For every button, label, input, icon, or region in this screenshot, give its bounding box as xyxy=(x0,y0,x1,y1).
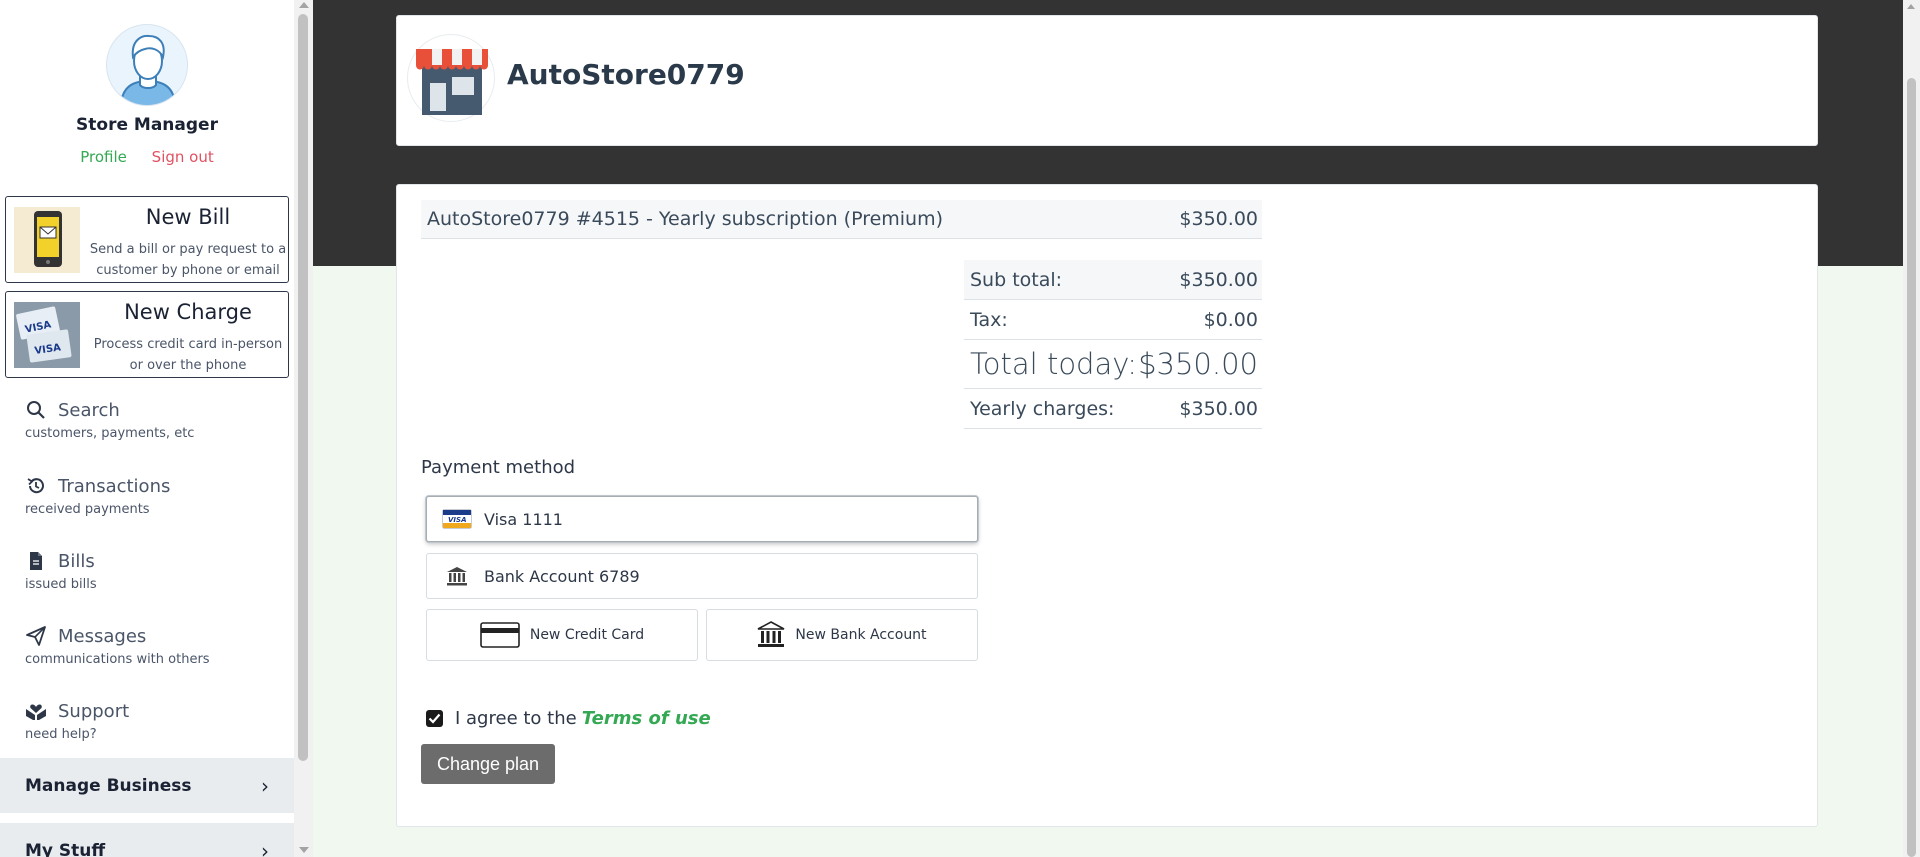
nav-item-search[interactable]: Search customers, payments, etc xyxy=(25,398,285,442)
subtotal-label: Sub total: xyxy=(970,268,1063,291)
totals-table: Sub total: $350.00 Tax: $0.00 Total toda… xyxy=(964,260,1262,429)
terms-of-use-link[interactable]: Terms of use xyxy=(582,708,711,729)
subtotal-row: Sub total: $350.00 xyxy=(964,260,1262,300)
history-icon xyxy=(25,475,47,497)
agree-checkbox[interactable] xyxy=(426,710,443,727)
signout-link[interactable]: Sign out xyxy=(152,148,214,166)
nav-item-label: Search xyxy=(58,399,120,421)
payment-option-visa[interactable]: VISA Visa 1111 xyxy=(426,496,978,542)
new-credit-card-button[interactable]: New Credit Card xyxy=(426,609,698,661)
store-name: AutoStore0779 xyxy=(507,58,745,91)
new-bill-button[interactable]: New Bill Send a bill or pay request to a… xyxy=(5,196,289,283)
sidebar: Store Manager Profile Sign out New Bill … xyxy=(0,0,294,857)
scrollbar-thumb[interactable] xyxy=(1907,78,1916,857)
new-credit-card-label: New Credit Card xyxy=(529,627,645,643)
new-bank-account-button[interactable]: New Bank Account xyxy=(706,609,978,661)
line-item-description: AutoStore0779 #4515 - Yearly subscriptio… xyxy=(427,208,944,230)
yearly-charges-value: $350.00 xyxy=(1179,397,1258,420)
total-today-value: $350.00 xyxy=(1138,347,1258,381)
svg-text:VISA: VISA xyxy=(448,516,466,524)
nav-item-support[interactable]: Support need help? xyxy=(25,699,285,743)
store-header: AutoStore0779 xyxy=(396,15,1818,146)
credit-card-icon xyxy=(480,622,520,648)
invoice-card: AutoStore0779 #4515 - Yearly subscriptio… xyxy=(396,184,1818,827)
scrollbar-thumb[interactable] xyxy=(298,14,308,761)
agree-text: I agree to the xyxy=(455,708,577,729)
nav-item-sublabel: issued bills xyxy=(25,577,97,592)
manage-business-accordion[interactable]: Manage Business › xyxy=(0,758,294,813)
nav-item-label: Support xyxy=(58,700,130,722)
nav-item-label: Messages xyxy=(58,625,147,647)
new-charge-title: New Charge xyxy=(124,300,252,324)
nav-item-sublabel: received payments xyxy=(25,502,150,517)
avatar[interactable] xyxy=(106,24,188,106)
scroll-up-arrow-icon[interactable] xyxy=(1907,4,1915,9)
change-plan-button[interactable]: Change plan xyxy=(421,744,555,784)
scroll-down-arrow-icon[interactable] xyxy=(299,847,309,853)
nav-item-label: Transactions xyxy=(58,475,171,497)
scroll-up-arrow-icon[interactable] xyxy=(299,2,309,8)
nav-item-sublabel: communications with others xyxy=(25,652,210,667)
total-today-label: Total today: xyxy=(970,347,1138,381)
payment-option-bank[interactable]: Bank Account 6789 xyxy=(426,553,978,599)
nav-item-sublabel: customers, payments, etc xyxy=(25,426,195,441)
main-scrollbar[interactable] xyxy=(1903,0,1920,857)
nav-item-bills[interactable]: Bills issued bills xyxy=(25,549,285,593)
store-icon xyxy=(407,34,495,122)
invoice-line-item: AutoStore0779 #4515 - Yearly subscriptio… xyxy=(421,200,1262,239)
bank-icon xyxy=(757,621,785,649)
credit-cards-icon: VISA VISA xyxy=(14,302,80,368)
chevron-right-icon: › xyxy=(261,838,269,857)
tax-value: $0.00 xyxy=(1203,308,1258,331)
paper-plane-icon xyxy=(25,625,47,647)
payment-option-label: Visa 1111 xyxy=(484,509,563,529)
new-bank-account-label: New Bank Account xyxy=(795,627,927,643)
nav-item-messages[interactable]: Messages communications with others xyxy=(25,624,285,668)
nav-item-sublabel: need help? xyxy=(25,727,97,742)
profile-link[interactable]: Profile xyxy=(80,148,127,166)
accordion-label: My Stuff xyxy=(25,840,106,857)
hands-heart-icon xyxy=(25,700,47,722)
terms-agreement: I agree to the Terms of use xyxy=(426,708,711,729)
new-bill-title: New Bill xyxy=(145,205,231,229)
user-name: Store Manager xyxy=(76,115,218,135)
subtotal-value: $350.00 xyxy=(1179,268,1258,291)
chevron-right-icon: › xyxy=(261,773,269,798)
line-item-amount: $350.00 xyxy=(1179,208,1258,230)
tax-row: Tax: $0.00 xyxy=(964,300,1262,340)
document-icon xyxy=(25,550,47,572)
nav-item-label: Bills xyxy=(58,550,95,572)
user-links: Profile Sign out xyxy=(0,148,294,166)
checkmark-icon xyxy=(428,713,441,724)
phone-envelope-icon xyxy=(14,207,80,273)
new-charge-button[interactable]: VISA VISA New Charge Process credit card… xyxy=(5,291,289,378)
payment-option-label: Bank Account 6789 xyxy=(484,566,640,586)
user-avatar-icon xyxy=(120,34,176,105)
visa-card-icon: VISA xyxy=(442,509,472,529)
yearly-charges-row: Yearly charges: $350.00 xyxy=(964,389,1262,429)
nav-item-transactions[interactable]: Transactions received payments xyxy=(25,474,285,518)
total-today-row: Total today: $350.00 xyxy=(964,340,1262,389)
search-icon xyxy=(25,399,47,421)
sidebar-scrollbar[interactable] xyxy=(294,0,313,857)
accordion-label: Manage Business xyxy=(25,775,192,796)
new-bill-description: Send a bill or pay request to a customer… xyxy=(89,242,287,278)
new-charge-description: Process credit card in-person or over th… xyxy=(93,337,283,373)
yearly-charges-label: Yearly charges: xyxy=(970,397,1115,420)
bank-icon xyxy=(442,566,472,586)
payment-method-label: Payment method xyxy=(421,457,576,478)
tax-label: Tax: xyxy=(970,308,1008,331)
my-stuff-accordion[interactable]: My Stuff › xyxy=(0,823,294,857)
